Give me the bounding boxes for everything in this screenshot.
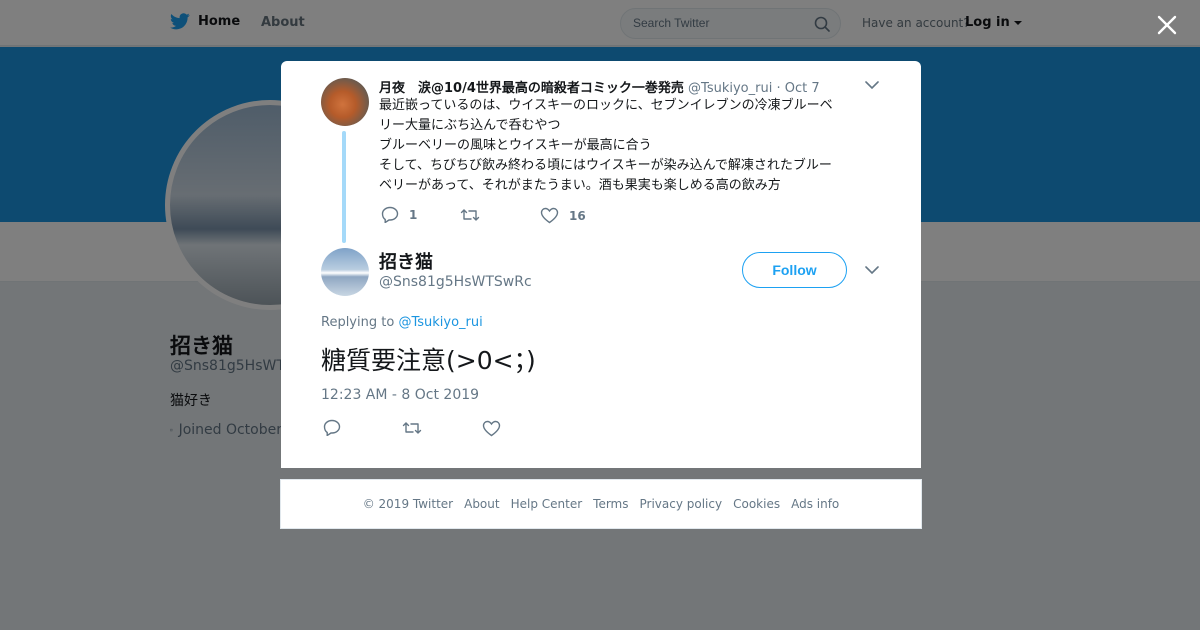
- main-tweet-author-name[interactable]: 招き猫: [379, 248, 433, 274]
- main-reply-action[interactable]: [323, 419, 341, 436]
- parent-tweet-date[interactable]: Oct 7: [785, 81, 820, 96]
- like-icon: [482, 420, 501, 437]
- parent-like-count: 16: [569, 208, 586, 223]
- retweet-icon: [402, 422, 422, 434]
- main-tweet-avatar[interactable]: [321, 248, 369, 296]
- parent-tweet-line: ブルーベリーの風味とウイスキーが最高に合う: [379, 138, 652, 153]
- footer-link-cookies[interactable]: Cookies: [733, 497, 780, 511]
- replying-to: Replying to @Tsukiyo_rui: [321, 315, 483, 330]
- parent-like-action[interactable]: 16: [540, 207, 586, 224]
- close-icon[interactable]: [1154, 12, 1180, 38]
- parent-reply-action[interactable]: 1: [381, 206, 417, 223]
- replying-to-link[interactable]: @Tsukiyo_rui: [398, 315, 482, 330]
- parent-tweet-avatar[interactable]: [321, 78, 369, 126]
- modal-footer: © 2019 Twitter About Help Center Terms P…: [280, 479, 922, 529]
- parent-reply-count: 1: [409, 207, 418, 222]
- replying-to-prefix: Replying to: [321, 315, 395, 330]
- parent-tweet-author-handle[interactable]: @Tsukiyo_rui: [688, 81, 772, 96]
- parent-tweet-author-name[interactable]: 月夜 涙@10/4世界最高の暗殺者コミック一巻発売: [379, 81, 684, 96]
- parent-tweet-line: そして、ちびちび飲み終わる頃にはウイスキーが染み込んで解凍されたブルー: [379, 158, 832, 173]
- like-icon: [540, 207, 559, 224]
- parent-retweet-action[interactable]: [460, 207, 490, 223]
- footer-link-terms[interactable]: Terms: [593, 497, 628, 511]
- parent-tweet-header: 月夜 涙@10/4世界最高の暗殺者コミック一巻発売 @Tsukiyo_rui ·…: [379, 77, 820, 96]
- chevron-down-icon[interactable]: [865, 265, 879, 275]
- main-tweet-text: 糖質要注意(>0<；): [321, 346, 536, 375]
- reply-icon: [381, 206, 399, 223]
- footer-link-privacy-policy[interactable]: Privacy policy: [640, 497, 723, 511]
- chevron-down-icon[interactable]: [865, 80, 879, 90]
- footer-link-help-center[interactable]: Help Center: [511, 497, 583, 511]
- parent-tweet-text: 最近嵌っているのは、ウイスキーのロックに、セブンイレブンの冷凍ブルーベ リー大量…: [379, 96, 879, 196]
- reply-icon: [323, 419, 341, 436]
- retweet-icon: [460, 209, 480, 221]
- thread-line: [342, 131, 346, 243]
- main-tweet-timestamp[interactable]: 12:23 AM - 8 Oct 2019: [321, 387, 479, 403]
- footer-copyright: © 2019 Twitter: [362, 497, 454, 511]
- footer-link-ads-info[interactable]: Ads info: [791, 497, 839, 511]
- follow-button[interactable]: Follow: [742, 252, 847, 288]
- main-tweet-author-handle[interactable]: @Sns81g5HsWTSwRc: [379, 274, 532, 290]
- footer-link-about[interactable]: About: [464, 497, 499, 511]
- parent-tweet-separator: ·: [776, 81, 781, 96]
- main-retweet-action[interactable]: [402, 420, 422, 436]
- parent-tweet-line: 最近嵌っているのは、ウイスキーのロックに、セブンイレブンの冷凍ブルーベ: [379, 98, 833, 113]
- parent-tweet-line: リー大量にぶち込んで呑むやつ: [379, 118, 561, 133]
- main-like-action[interactable]: [482, 420, 501, 437]
- parent-tweet-line: ベリーがあって、それがまたうまい。酒も果実も楽しめる高の飲み方: [379, 178, 781, 193]
- tweet-modal: 月夜 涙@10/4世界最高の暗殺者コミック一巻発売 @Tsukiyo_rui ·…: [281, 61, 921, 468]
